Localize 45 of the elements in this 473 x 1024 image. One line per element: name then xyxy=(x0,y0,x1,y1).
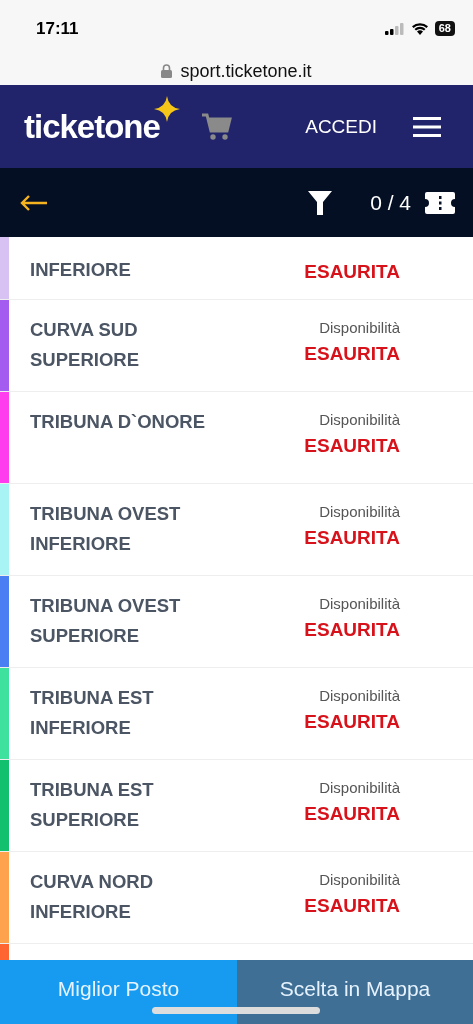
availability-status: ESAURITA xyxy=(304,434,400,458)
signal-icon xyxy=(384,22,405,35)
sector-name: TRIBUNA OVEST SUPERIORE xyxy=(30,594,182,648)
sector-name: CURVA NORD INFERIORE xyxy=(30,870,154,924)
lock-icon xyxy=(161,64,173,78)
sector-name: TRIBUNA EST SUPERIORE xyxy=(30,778,155,832)
ticket-count: 0 / 4 xyxy=(370,190,411,215)
sector-row[interactable]: TRIBUNA EST INFERIORE Disponibilità ESAURITA xyxy=(9,668,473,759)
back-arrow-icon[interactable] xyxy=(20,194,48,211)
sector-row[interactable]: TRIBUNA OVEST SUPERIORE Disponibilità ESAURITA xyxy=(9,576,473,667)
availability-label: Disponibilità xyxy=(319,778,400,798)
availability-label: Disponibilità xyxy=(319,686,400,706)
sector-name: CURVA SUD SUPERIORE xyxy=(30,318,140,372)
cart-icon[interactable] xyxy=(201,112,232,141)
sector-name: INFERIORE xyxy=(30,258,132,282)
menu-icon[interactable] xyxy=(413,116,441,137)
availability-status: ESAURITA xyxy=(304,526,400,550)
availability-status: ESAURITA xyxy=(304,894,400,918)
filter-icon[interactable] xyxy=(308,190,333,215)
availability-status: ESAURITA xyxy=(304,260,400,284)
sector-row[interactable]: INFERIORE ESAURITA xyxy=(9,237,473,299)
sector-row[interactable]: TRIBUNA D`ONORE Disponibilità ESAURITA xyxy=(9,392,473,483)
battery-indicator: 68 xyxy=(434,21,455,36)
bottom-tab[interactable]: Scelta in Mappa xyxy=(237,960,473,1024)
availability-status: ESAURITA xyxy=(304,342,400,366)
availability-label: Disponibilità xyxy=(319,318,400,338)
wifi-icon xyxy=(410,22,429,35)
logo[interactable]: ticketone xyxy=(24,107,160,146)
status-time: 17:11 xyxy=(36,18,79,39)
availability-status: ESAURITA xyxy=(304,802,400,826)
sector-row[interactable]: TRIBUNA OVEST INFERIORE Disponibilità ESAURITA xyxy=(9,484,473,575)
sector-row[interactable]: TRIBUNA EST SUPERIORE Disponibilità ESAURITA xyxy=(9,760,473,851)
availability-label: Disponibilità xyxy=(319,594,400,614)
sector-name: TRIBUNA OVEST INFERIORE xyxy=(30,502,182,556)
ticket-icon[interactable] xyxy=(425,191,455,214)
sector-name: TRIBUNA D`ONORE xyxy=(30,410,207,434)
availability-status: ESAURITA xyxy=(304,618,400,642)
sector-row[interactable]: CURVA SUD SUPERIORE Disponibilità ESAURITA xyxy=(9,300,473,391)
login-link[interactable]: ACCEDI xyxy=(305,115,377,138)
availability-status: ESAURITA xyxy=(304,710,400,734)
sector-row[interactable]: CURVA NORD INFERIORE Disponibilità ESAURITA xyxy=(9,852,473,943)
sector-name: TRIBUNA EST INFERIORE xyxy=(30,686,155,740)
availability-label: Disponibilità xyxy=(319,410,400,430)
availability-label: Disponibilità xyxy=(319,870,400,890)
availability-label: Disponibilità xyxy=(319,502,400,522)
